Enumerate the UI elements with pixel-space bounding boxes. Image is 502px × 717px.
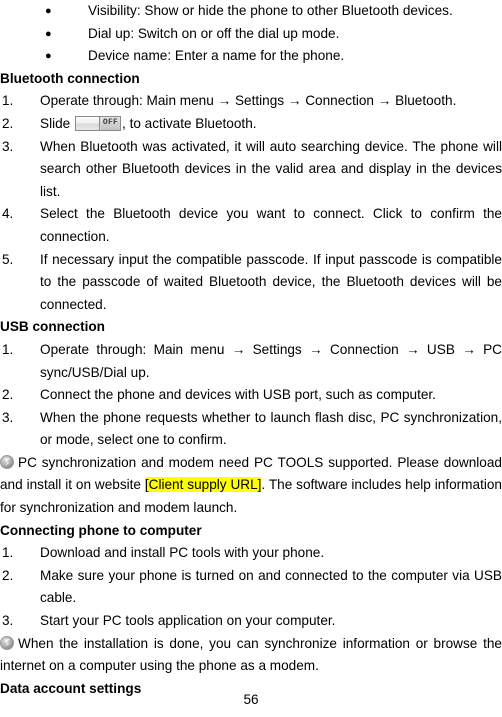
bullet-text: Device name: Enter a name for the phone. — [88, 48, 345, 64]
list-item: 3. Start your PC tools application on yo… — [0, 610, 502, 633]
note-info-icon — [0, 454, 14, 469]
usb-connection-steps: 1. Operate through: Main menu → Settings… — [0, 339, 502, 452]
list-marker: 2. — [2, 387, 14, 403]
step-text: Make sure your phone is turned on and co… — [40, 567, 502, 606]
step-text: Download and install PC tools with your … — [40, 545, 325, 561]
list-item: 2. Connect the phone and devices with US… — [0, 384, 502, 407]
document-page: ● Visibility: Show or hide the phone to … — [0, 0, 502, 717]
list-item: 1. Operate through: Main menu → Settings… — [0, 339, 502, 384]
note-text: When the installation is done, you can s… — [0, 635, 502, 674]
list-marker: 3. — [2, 613, 14, 629]
toggle-knob — [76, 116, 101, 130]
toggle-state-label: OFF — [101, 116, 121, 130]
step-text: When the phone requests whether to launc… — [40, 409, 502, 448]
bullet-icon: ● — [45, 50, 52, 63]
list-marker: 2. — [2, 115, 14, 131]
client-supply-url-placeholder: [Client supply URL] — [144, 477, 262, 493]
list-item: 1. Download and install PC tools with yo… — [0, 542, 502, 565]
list-marker: 1. — [2, 545, 14, 561]
feature-bullet-list: ● Visibility: Show or hide the phone to … — [0, 0, 502, 68]
bullet-icon: ● — [45, 27, 52, 40]
section-heading-bluetooth-connection: Bluetooth connection — [0, 70, 140, 86]
step-text: Operate through: Main menu → Settings → … — [40, 341, 502, 380]
list-item: ● Device name: Enter a name for the phon… — [0, 45, 502, 68]
section-heading-connecting-phone-to-computer: Connecting phone to computer — [0, 522, 202, 538]
connecting-phone-steps: 1. Download and install PC tools with yo… — [0, 542, 502, 632]
bullet-text: Visibility: Show or hide the phone to ot… — [88, 3, 453, 18]
list-item: 3. When Bluetooth was activated, it will… — [0, 136, 502, 204]
note-installation-done: When the installation is done, you can s… — [0, 633, 502, 678]
note-info-icon — [0, 635, 14, 650]
bluetooth-toggle-switch-image[interactable]: OFF — [75, 115, 122, 131]
list-item: 4. Select the Bluetooth device you want … — [0, 203, 502, 248]
step-text: Connect the phone and devices with USB p… — [40, 387, 436, 403]
list-item: ● Visibility: Show or hide the phone to … — [0, 0, 502, 23]
step-text-after-widget: , to activate Bluetooth. — [122, 115, 257, 131]
list-item: 1. Operate through: Main menu → Settings… — [0, 90, 502, 113]
bullet-icon: ● — [45, 5, 52, 17]
page-number: 56 — [243, 692, 259, 707]
list-item: 2. Make sure your phone is turned on and… — [0, 565, 502, 610]
list-item: 2. Slide OFF , to activate Bluetooth. — [0, 113, 502, 136]
step-text: If necessary input the compatible passco… — [40, 251, 502, 312]
bullet-text: Dial up: Switch on or off the dial up mo… — [88, 25, 340, 41]
list-marker: 1. — [2, 341, 14, 357]
step-text: Operate through: Main menu → Settings → … — [40, 93, 457, 109]
list-marker: 3. — [2, 409, 14, 425]
step-text: When Bluetooth was activated, it will au… — [40, 138, 502, 199]
section-heading-usb-connection: USB connection — [0, 319, 105, 335]
list-marker: 1. — [2, 93, 14, 109]
step-text: Start your PC tools application on your … — [40, 613, 336, 629]
bluetooth-connection-steps: 1. Operate through: Main menu → Settings… — [0, 90, 502, 316]
list-item: ● Dial up: Switch on or off the dial up … — [0, 23, 502, 46]
list-item: 3. When the phone requests whether to la… — [0, 407, 502, 452]
list-marker: 5. — [2, 251, 14, 267]
list-marker: 3. — [2, 138, 14, 154]
step-text-before-widget: Slide — [40, 115, 71, 131]
list-marker: 2. — [2, 567, 14, 583]
list-marker: 4. — [2, 206, 14, 222]
note-pc-tools: PC synchronization and modem need PC TOO… — [0, 452, 502, 520]
step-text: Select the Bluetooth device you want to … — [40, 206, 502, 244]
list-item: 5. If necessary input the compatible pas… — [0, 249, 502, 317]
